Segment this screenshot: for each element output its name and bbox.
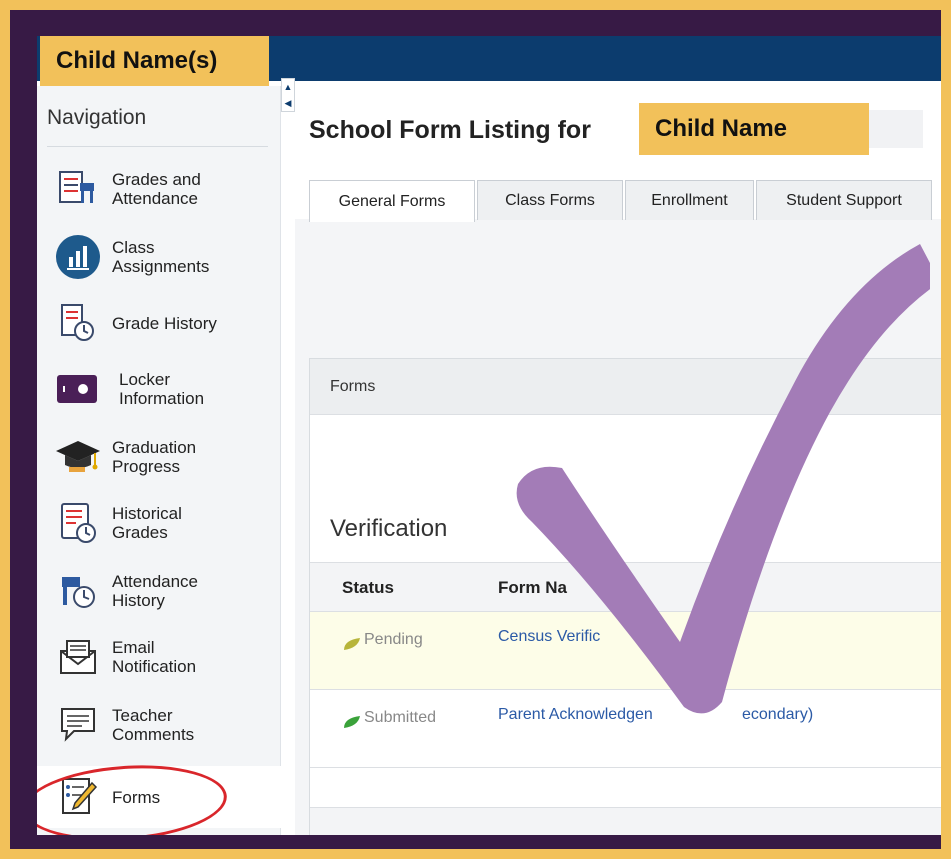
sidebar-item-label: Grades and Attendance	[112, 170, 201, 208]
main-content: School Form Listing for Child Name Gener…	[295, 86, 951, 835]
title-tail	[869, 110, 923, 148]
attendance-history-icon	[53, 569, 103, 613]
sidebar-item-label: Graduation Progress	[112, 438, 197, 476]
sidebar-item-teacher-comments[interactable]: Teacher Comments	[37, 694, 281, 756]
sidebar-item-label: Grade History	[112, 313, 217, 333]
status-cell: Pending	[342, 628, 423, 652]
title-band: School Form Listing for Child Name Gener…	[295, 86, 951, 222]
form-link-census[interactable]: Census Verific	[498, 628, 600, 646]
section-title: Verification	[330, 515, 448, 542]
sidebar-item-graduation-progress[interactable]: Graduation Progress	[37, 426, 281, 488]
speech-bubble-icon	[53, 703, 103, 747]
sidebar-item-label: Email Notification	[112, 638, 197, 676]
class-assignments-icon	[53, 235, 103, 279]
table-row: Pending Census Verific	[310, 612, 951, 690]
column-header-status: Status	[342, 578, 394, 597]
page-title: School Form Listing for	[309, 116, 591, 144]
status-text: Pending	[364, 631, 423, 648]
pending-leaf-icon	[344, 638, 360, 650]
sidebar-collapse-handle[interactable]: ▲ ◀	[281, 78, 295, 112]
sidebar-item-grade-history[interactable]: Grade History	[37, 292, 281, 354]
locker-icon	[53, 367, 103, 411]
sidebar-navigation: Navigation Grades and Attendance Class A…	[37, 86, 281, 835]
sidebar-item-label: Forms	[112, 787, 161, 807]
child-name-tab[interactable]: Child Name(s)	[40, 36, 269, 86]
sidebar-item-label: Historical Grades	[112, 504, 182, 542]
tab-student-support[interactable]: Student Support	[756, 180, 932, 220]
app-window: Child Name(s) Navigation Grades and Atte…	[37, 36, 951, 835]
column-header-form-name: Form Na	[498, 578, 567, 597]
sidebar-item-label: Class Assignments	[112, 238, 210, 276]
sidebar-item-label: Teacher Comments	[112, 706, 195, 744]
tab-class-forms[interactable]: Class Forms	[477, 180, 623, 220]
panel-header: Forms	[310, 359, 951, 415]
form-link-parent-acknowledgement[interactable]: Parent Acknowledgen	[498, 706, 653, 724]
forms-pencil-icon	[53, 775, 103, 819]
email-icon	[53, 635, 103, 679]
sidebar-item-forms[interactable]: Forms	[37, 766, 281, 828]
tab-enrollment[interactable]: Enrollment	[625, 180, 754, 220]
grades-attendance-icon	[53, 167, 103, 211]
sidebar-item-class-assignments[interactable]: Class Assignments	[37, 226, 281, 288]
submitted-leaf-icon	[344, 716, 360, 728]
table-row: Submitted Parent Acknowledgen econdary)	[310, 690, 951, 768]
sidebar-item-email-notification[interactable]: Email Notification	[37, 626, 281, 688]
sidebar-item-attendance-history[interactable]: Attendance History	[37, 560, 281, 622]
sidebar-item-historical-grades[interactable]: Historical Grades	[37, 492, 281, 554]
table-header: Status Form Na	[310, 562, 951, 612]
form-tabs: General Forms Class Forms Enrollment Stu…	[309, 180, 934, 222]
sidebar-item-label: Attendance History	[112, 572, 199, 610]
graduation-cap-icon	[53, 435, 103, 479]
sidebar-item-label: Locker Information	[119, 370, 205, 408]
form-link-suffix[interactable]: econdary)	[742, 706, 813, 724]
grade-history-icon	[53, 301, 103, 345]
child-name-badge: Child Name	[639, 103, 869, 155]
forms-panel: Forms Verification Status Form Na Pendin…	[309, 358, 951, 835]
sidebar-item-locker-information[interactable]: Locker Information	[37, 358, 281, 420]
status-cell: Submitted	[342, 706, 436, 730]
nav-divider	[47, 146, 268, 147]
panel-footer	[310, 807, 951, 835]
sidebar-item-grades-attendance[interactable]: Grades and Attendance	[37, 158, 281, 220]
historical-grades-icon	[53, 501, 103, 545]
status-text: Submitted	[364, 709, 437, 726]
navigation-title: Navigation	[47, 106, 147, 129]
tab-general-forms[interactable]: General Forms	[309, 180, 475, 222]
